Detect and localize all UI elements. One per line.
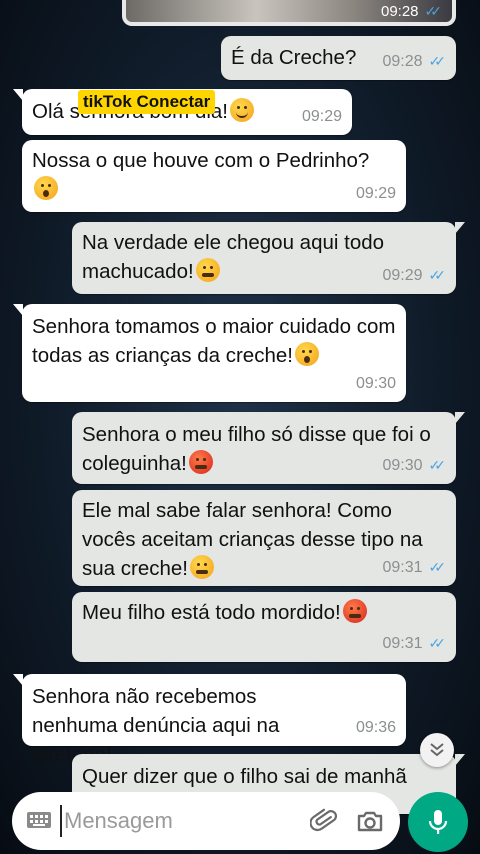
message-time: 09:29 [301, 108, 342, 125]
astonished-face-icon [294, 342, 319, 366]
steam-face-icon [195, 258, 220, 282]
message-text: Na verdade ele chegou aqui todo machucad… [82, 228, 396, 286]
astonished-face-icon [34, 176, 58, 200]
message-time: 09:30 [382, 457, 423, 474]
message-outgoing[interactable]: Senhora o meu filho só disse que foi o c… [72, 412, 465, 484]
message-meta: 09:31 ✓✓ [382, 553, 446, 582]
message-incoming[interactable]: Senhora não recebemos nenhuma denúncia a… [13, 674, 406, 766]
double-chevron-down-icon [430, 743, 444, 757]
message-meta: 09:36 [356, 713, 396, 742]
double-check-icon: ✓✓ [428, 267, 447, 283]
steam-face-icon [189, 555, 214, 579]
message-input[interactable] [60, 805, 300, 837]
camera-icon[interactable] [356, 808, 384, 834]
message-text-content: Senhora o meu filho só disse que foi o c… [82, 423, 431, 475]
message-time: 09:31 [382, 559, 423, 576]
message-text: Quer dizer que o filho sai de manhã [82, 765, 407, 788]
message-outgoing[interactable]: Meu filho está todo mordido! 09:31 ✓✓ [72, 592, 456, 662]
message-time: 09:28 [382, 53, 423, 70]
message-outgoing[interactable]: É da Creche? 09:28 ✓✓ [221, 36, 456, 80]
message-text: Meu filho está todo mordido! [82, 598, 446, 627]
message-composer [12, 792, 400, 850]
double-check-icon: ✓✓ [428, 559, 447, 575]
message-text: Senhora tomamos o maior cuidado com toda… [32, 312, 396, 370]
scroll-to-bottom-button[interactable] [420, 733, 454, 767]
message-outgoing[interactable]: Ele mal sabe falar senhora! Como vocês a… [72, 490, 456, 586]
image-meta: 09:28 ✓✓ [381, 3, 442, 20]
message-text-content: Nossa o que houve com o Pedrinho? [32, 149, 370, 172]
message-text-content: Senhora tomamos o maior cuidado com toda… [32, 315, 396, 367]
message-meta: 09:28 ✓✓ [382, 47, 446, 76]
double-check-icon: ✓✓ [428, 457, 447, 473]
double-check-icon: ✓✓ [428, 635, 447, 651]
message-incoming[interactable]: Nossa o que houve com o Pedrinho? 09:29 [22, 140, 406, 212]
message-meta: 09:31 ✓✓ [382, 629, 446, 658]
paperclip-icon[interactable] [310, 807, 338, 835]
message-meta: 09:29 [302, 102, 342, 131]
message-text: Nossa o que houve com o Pedrinho? [32, 146, 396, 204]
message-incoming[interactable]: Senhora tomamos o maior cuidado com toda… [13, 304, 406, 402]
message-outgoing[interactable]: Na verdade ele chegou aqui todo machucad… [72, 222, 465, 294]
microphone-icon [428, 810, 448, 834]
message-text-content: Meu filho está todo mordido! [82, 601, 341, 624]
message-time: 09:29 [382, 267, 423, 284]
message-text-content: Ele mal sabe falar senhora! Como vocês a… [82, 499, 423, 580]
message-meta: 09:29 ✓✓ [382, 261, 446, 290]
message-text-content: Na verdade ele chegou aqui todo machucad… [82, 231, 385, 283]
image-time: 09:28 [380, 3, 419, 20]
message-meta: 09:30 [356, 369, 396, 398]
angry-face-icon [188, 450, 213, 474]
voice-record-button[interactable] [408, 792, 468, 852]
message-time: 09:31 [382, 635, 423, 652]
double-check-icon: ✓✓ [424, 3, 443, 19]
message-meta: 09:29 [356, 179, 396, 208]
watermark: tikTok Conectar [78, 90, 216, 114]
keyboard-icon[interactable] [26, 809, 52, 831]
pouting-face-icon [342, 599, 367, 623]
shared-image-preview[interactable]: 09:28 ✓✓ [122, 0, 456, 26]
double-check-icon: ✓✓ [428, 53, 447, 69]
message-meta: 09:30 ✓✓ [382, 451, 446, 480]
message-time: 09:30 [355, 375, 396, 392]
message-time: 09:36 [355, 719, 396, 736]
smiling-face-icon [230, 98, 255, 122]
message-time: 09:29 [355, 185, 396, 202]
